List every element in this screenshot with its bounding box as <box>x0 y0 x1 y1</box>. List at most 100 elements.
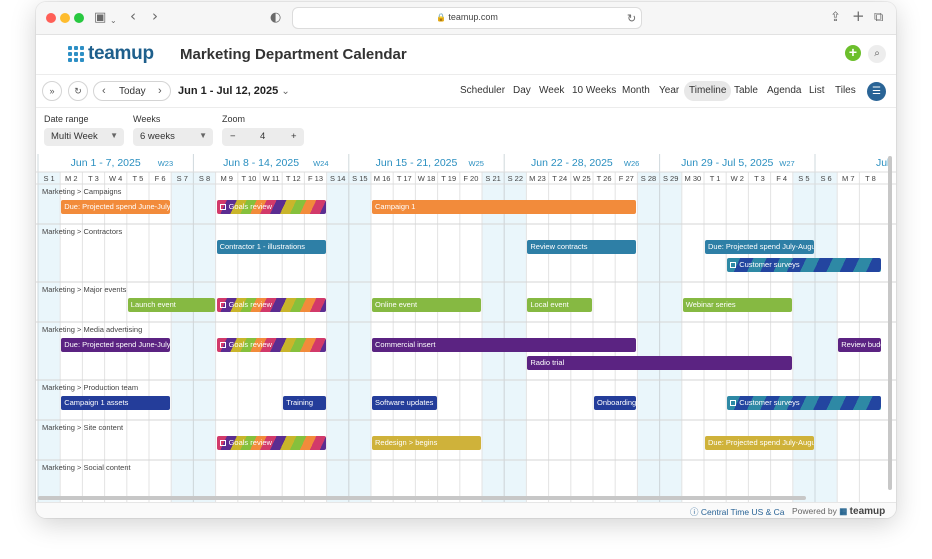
event-title: Onboarding <box>597 398 637 407</box>
event-bar[interactable]: Customer surveys <box>727 396 881 410</box>
event-title: Commercial insert <box>375 340 436 349</box>
day-label: S 22 <box>508 174 523 183</box>
event-bar[interactable]: Review budget <box>838 338 881 352</box>
view-agenda[interactable]: Agenda <box>767 81 801 101</box>
weekend-column <box>171 184 194 508</box>
address-bar[interactable]: 🔒 teamup.com ↻ <box>292 7 642 29</box>
row-label[interactable]: Marketing > Campaigns <box>42 187 121 196</box>
date-range-text: Jun 1 - Jul 12, 2025 <box>178 85 279 97</box>
today-button[interactable]: Today <box>119 86 146 97</box>
shield-icon[interactable]: ◐ <box>270 10 281 26</box>
row-label[interactable]: Marketing > Media advertising <box>42 325 142 334</box>
menu-icon[interactable]: ☰ <box>867 82 886 101</box>
date-range-label[interactable]: Jun 1 - Jul 12, 2025 ⌄ <box>178 85 290 97</box>
reload-icon[interactable]: ↻ <box>627 11 636 27</box>
view-scheduler[interactable]: Scheduler <box>460 81 505 101</box>
event-bar[interactable]: Online event <box>372 298 481 312</box>
view-week[interactable]: Week <box>539 81 564 101</box>
horizontal-scrollbar[interactable] <box>38 496 806 500</box>
day-label: S 6 <box>820 174 831 183</box>
share-icon[interactable]: ⇪ <box>830 10 841 26</box>
row-label[interactable]: Marketing > Production team <box>42 383 138 392</box>
view-month[interactable]: Month <box>622 81 650 101</box>
view-list[interactable]: List <box>809 81 825 101</box>
zoom-value: 4 <box>260 131 266 142</box>
app-logo[interactable]: teamup <box>88 43 154 65</box>
add-event-button[interactable]: + <box>845 45 861 61</box>
day-label: T 26 <box>597 174 612 183</box>
event-bar[interactable]: Goals review <box>216 200 326 214</box>
date-range-control-label: Date range <box>44 114 89 124</box>
view-timeline[interactable]: Timeline <box>684 81 732 101</box>
chevron-down-icon[interactable]: ⌄ <box>110 13 117 29</box>
previous-period-icon[interactable]: ‹ <box>102 85 106 97</box>
search-button[interactable]: ⌕ <box>868 45 886 63</box>
day-label: T 3 <box>754 174 765 183</box>
event-bar[interactable]: Goals review <box>216 338 326 352</box>
view-tiles[interactable]: Tiles <box>835 81 856 101</box>
row-label[interactable]: Marketing > Major events <box>42 285 126 294</box>
event-bar[interactable]: Training <box>283 396 326 410</box>
event-title: Radio trial <box>530 358 565 367</box>
checkbox-icon <box>730 400 737 406</box>
powered-by[interactable]: Powered by ▦ teamup <box>792 506 885 517</box>
maximize-window-button[interactable] <box>74 13 84 23</box>
event-bar[interactable]: Customer surveys <box>727 258 881 272</box>
view-10-weeks[interactable]: 10 Weeks <box>572 81 616 101</box>
event-title: Customer surveys <box>739 260 800 269</box>
next-period-icon[interactable]: › <box>158 85 162 97</box>
event-bar[interactable]: Contractor 1 - illustrations <box>216 240 326 254</box>
new-tab-icon[interactable]: + <box>852 8 865 24</box>
event-bar[interactable]: Onboarding <box>594 396 637 410</box>
event-bar[interactable]: Due: Projected spend July-August <box>705 240 814 254</box>
event-bar[interactable]: Commercial insert <box>372 338 637 352</box>
timezone-link[interactable]: ⓘ Central Time US & Ca <box>690 506 785 518</box>
row-label[interactable]: Marketing > Site content <box>42 423 123 432</box>
event-title: Due: Projected spend July-August <box>708 438 814 447</box>
event-bar[interactable]: Review contracts <box>527 240 637 254</box>
weeks-select[interactable]: 6 weeks ▼ <box>133 128 213 146</box>
chevron-down-icon: ▼ <box>199 131 207 140</box>
close-window-button[interactable] <box>46 13 56 23</box>
event-bar[interactable]: Campaign 1 <box>372 200 637 214</box>
event-bar[interactable]: Radio trial <box>527 356 792 370</box>
minimize-window-button[interactable] <box>60 13 70 23</box>
timeline-grid[interactable]: Jun 1 - 7, 2025 W23 Jun 8 - 14, 2025 W24 Jun… <box>36 154 896 508</box>
event-bar[interactable]: Goals review <box>216 436 326 450</box>
event-bar[interactable]: Local event <box>527 298 592 312</box>
weeks-control-label: Weeks <box>133 114 161 124</box>
day-label: S 28 <box>641 174 656 183</box>
view-year[interactable]: Year <box>659 81 679 101</box>
tabs-overview-icon[interactable]: ⧉ <box>874 10 883 26</box>
view-table[interactable]: Table <box>734 81 758 101</box>
view-day[interactable]: Day <box>513 81 531 101</box>
event-bar[interactable]: Webinar series <box>682 298 792 312</box>
day-label: S 15 <box>352 174 367 183</box>
url-text: teamup.com <box>448 12 498 22</box>
zoom-in-button[interactable]: + <box>291 131 297 142</box>
forward-icon[interactable]: › <box>152 8 158 24</box>
row-label[interactable]: Marketing > Contractors <box>42 227 122 236</box>
lock-icon: 🔒 <box>436 13 449 22</box>
back-icon[interactable]: ‹ <box>130 8 136 24</box>
day-label: T 12 <box>286 174 301 183</box>
refresh-button[interactable]: ↻ <box>68 81 88 101</box>
event-bar[interactable]: Due: Projected spend June-July <box>61 338 171 352</box>
week-range-label: Jun 1 - 7, 2025 <box>71 157 141 169</box>
date-range-select[interactable]: Multi Week ▼ <box>44 128 124 146</box>
row-label[interactable]: Marketing > Social content <box>42 463 131 472</box>
event-bar[interactable]: Redesign > begins <box>372 436 481 450</box>
event-bar[interactable]: Launch event <box>127 298 215 312</box>
event-title: Customer surveys <box>739 398 800 407</box>
event-title: Online event <box>375 300 418 309</box>
weekend-column <box>637 184 660 508</box>
collapse-sidebar-button[interactable]: » <box>42 81 62 101</box>
event-bar[interactable]: Software updates <box>372 396 437 410</box>
event-bar[interactable]: Due: Projected spend June-July <box>61 200 171 214</box>
sidebar-toggle-icon[interactable]: ▣ <box>94 10 106 26</box>
zoom-out-button[interactable]: − <box>230 131 236 142</box>
event-bar[interactable]: Goals review <box>216 298 326 312</box>
event-bar[interactable]: Campaign 1 assets <box>61 396 171 410</box>
event-bar[interactable]: Due: Projected spend July-August <box>705 436 814 450</box>
vertical-scrollbar[interactable] <box>888 156 892 490</box>
